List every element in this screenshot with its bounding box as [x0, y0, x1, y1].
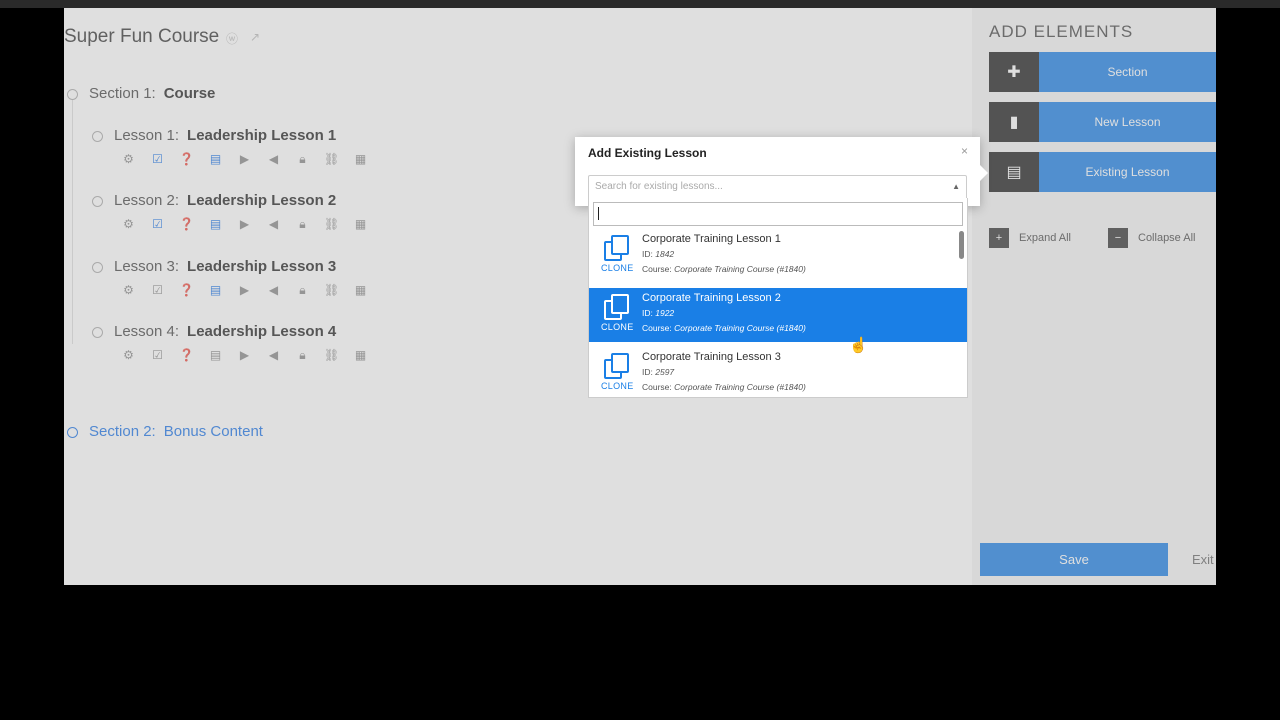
- clone-icon: [604, 235, 629, 261]
- lesson-dropdown: CLONE Corporate Training Lesson 1 ID: 18…: [588, 198, 968, 398]
- clone-icon: [604, 294, 629, 320]
- modal-title: Add Existing Lesson: [588, 146, 707, 160]
- option-id: ID: 2597: [642, 367, 675, 377]
- close-icon[interactable]: ×: [961, 144, 968, 158]
- option-title: Corporate Training Lesson 2: [642, 292, 781, 304]
- lesson-option-highlighted[interactable]: CLONE Corporate Training Lesson 2 ID: 19…: [589, 288, 967, 342]
- option-title: Corporate Training Lesson 3: [642, 351, 781, 363]
- option-id: ID: 1922: [642, 308, 675, 318]
- clone-button[interactable]: CLONE: [601, 235, 634, 273]
- caret-up-icon: ▲: [952, 182, 960, 191]
- option-title: Corporate Training Lesson 1: [642, 233, 781, 245]
- clone-label: CLONE: [601, 263, 634, 273]
- option-course: Course: Corporate Training Course (#1840…: [642, 323, 806, 333]
- add-existing-lesson-modal: Add Existing Lesson × Search for existin…: [575, 137, 988, 206]
- clone-icon: [604, 353, 629, 379]
- option-course: Course: Corporate Training Course (#1840…: [642, 382, 806, 392]
- clone-button[interactable]: CLONE: [601, 353, 634, 391]
- clone-button[interactable]: CLONE: [601, 294, 634, 332]
- hand-cursor-icon: ☝: [849, 337, 868, 354]
- text-caret: [598, 207, 599, 220]
- search-input[interactable]: [593, 202, 963, 226]
- option-id: ID: 1842: [642, 249, 675, 259]
- browser-top-strip: [0, 0, 1280, 8]
- clone-label: CLONE: [601, 381, 634, 391]
- option-course: Course: Corporate Training Course (#1840…: [642, 264, 806, 274]
- lesson-option[interactable]: CLONE Corporate Training Lesson 3 ID: 25…: [589, 347, 967, 397]
- select-placeholder: Search for existing lessons...: [595, 181, 723, 192]
- lesson-option[interactable]: CLONE Corporate Training Lesson 1 ID: 18…: [589, 229, 967, 283]
- clone-label: CLONE: [601, 322, 634, 332]
- lesson-select[interactable]: Search for existing lessons... ▲: [588, 175, 967, 200]
- dropdown-scrollbar[interactable]: [959, 231, 964, 259]
